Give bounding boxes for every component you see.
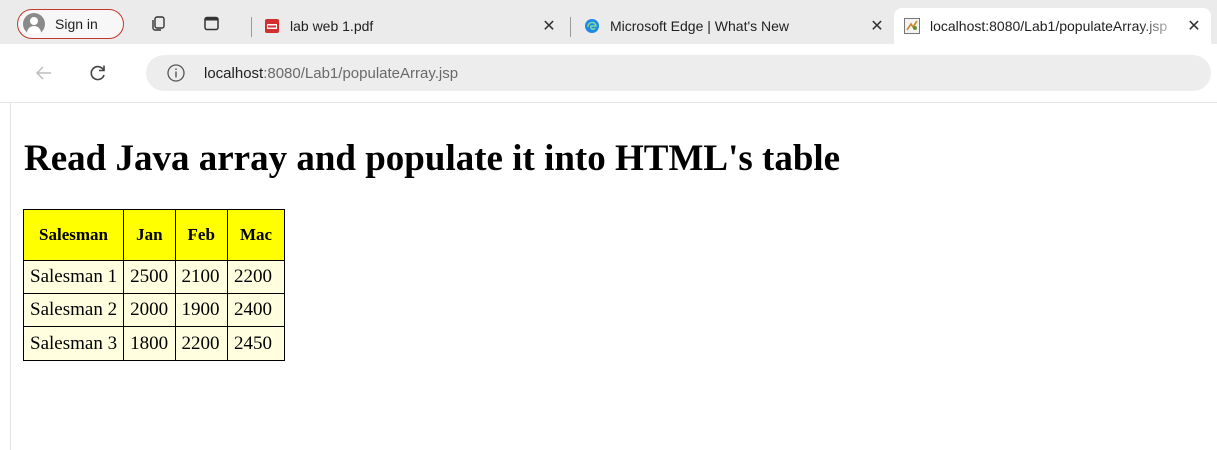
site-info-icon[interactable] — [166, 63, 186, 83]
tomcat-page-icon — [904, 18, 920, 34]
url-host: localhost — [204, 64, 264, 82]
table-cell: 2200 — [175, 327, 228, 360]
table-cell: 2200 — [227, 261, 285, 294]
viewport-edge — [10, 103, 11, 450]
workspaces-icon[interactable] — [150, 16, 168, 32]
tab-close-icon[interactable]: ✕ — [866, 16, 888, 36]
tab-lab-web-pdf[interactable]: lab web 1.pdf ✕ — [254, 8, 566, 44]
column-header-jan: Jan — [124, 210, 176, 261]
tab-microsoft-edge-whats-new[interactable]: Microsoft Edge | What's New ✕ — [574, 8, 894, 44]
table-cell: 2450 — [227, 327, 285, 360]
navigation-toolbar: localhost:8080/Lab1/populateArray.jsp — [0, 44, 1217, 102]
table-cell: Salesman 2 — [24, 294, 125, 327]
pdf-file-icon — [264, 18, 280, 34]
column-header-mac: Mac — [227, 210, 285, 261]
sales-table: Salesman Jan Feb Mac Salesman 1 2500 210… — [23, 209, 286, 361]
sign-in-button[interactable]: Sign in — [17, 9, 124, 39]
table-cell: 2500 — [124, 261, 176, 294]
table-header-row: Salesman Jan Feb Mac — [24, 210, 285, 261]
page-viewport: Read Java array and populate it into HTM… — [0, 102, 1217, 450]
table-row: Salesman 2 2000 1900 2400 — [24, 294, 285, 327]
table-row: Salesman 1 2500 2100 2200 — [24, 261, 285, 294]
edge-logo-icon — [584, 18, 600, 34]
profile-avatar-icon — [23, 13, 45, 35]
table-row: Salesman 3 1800 2200 2450 — [24, 327, 285, 360]
table-cell: 2000 — [124, 294, 176, 327]
table-cell: Salesman 3 — [24, 327, 125, 360]
back-arrow-icon[interactable] — [32, 61, 56, 85]
tab-separator — [251, 17, 252, 37]
tab-close-icon[interactable]: ✕ — [1183, 16, 1205, 36]
table-cell: Salesman 1 — [24, 261, 125, 294]
table-cell: 1800 — [124, 327, 176, 360]
table-cell: 1900 — [175, 294, 228, 327]
column-header-salesman: Salesman — [24, 210, 125, 261]
url-path: :8080/Lab1/populateArray.jsp — [263, 64, 459, 82]
tab-localhost-populate-array[interactable]: localhost:8080/Lab1/populateArray.jsp ✕ — [894, 8, 1211, 44]
tab-title: localhost:8080/Lab1/populateArray.jsp — [930, 18, 1168, 34]
tab-strip: Sign in lab web 1.pdf ✕ Microsoft Edge |… — [0, 0, 1217, 44]
sign-in-label: Sign in — [55, 16, 98, 32]
tab-close-icon[interactable]: ✕ — [538, 16, 560, 36]
tab-title: Microsoft Edge | What's New — [610, 18, 790, 34]
tab-separator — [570, 17, 571, 37]
tab-title: lab web 1.pdf — [290, 18, 374, 34]
address-bar[interactable]: localhost:8080/Lab1/populateArray.jsp — [146, 55, 1211, 91]
table-cell: 2100 — [175, 261, 228, 294]
refresh-icon[interactable] — [86, 61, 110, 85]
address-url: localhost:8080/Lab1/populateArray.jsp — [204, 65, 458, 82]
table-cell: 2400 — [227, 294, 285, 327]
page-title: Read Java array and populate it into HTM… — [24, 138, 841, 179]
vertical-tabs-icon[interactable] — [203, 16, 221, 32]
column-header-feb: Feb — [175, 210, 228, 261]
